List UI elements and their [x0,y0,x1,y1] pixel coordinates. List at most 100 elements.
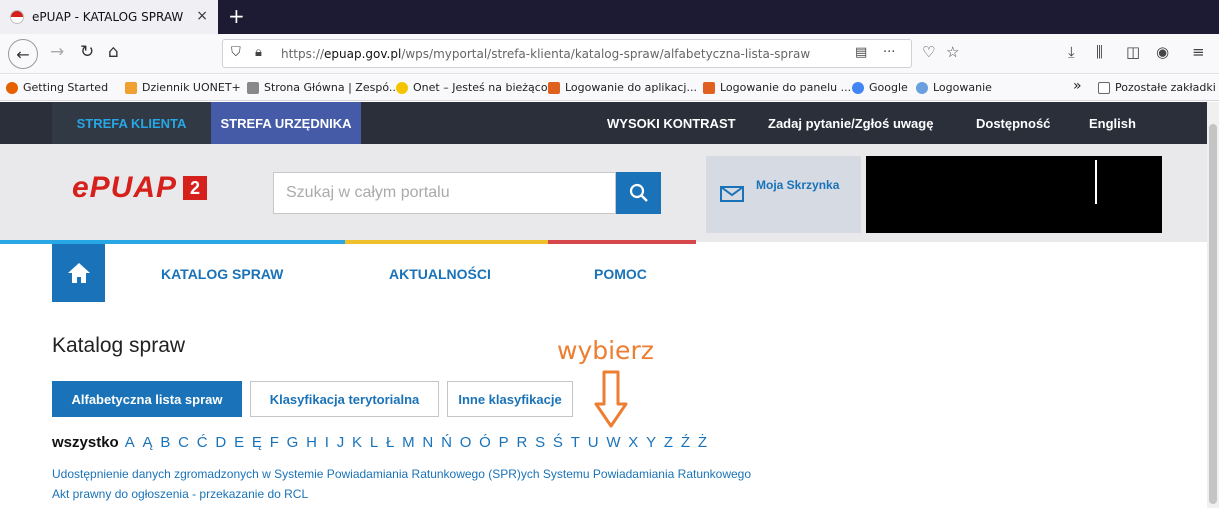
bookmark-item[interactable]: Getting Started [6,81,108,94]
letter-all[interactable]: wszystko [52,434,119,451]
browser-toolbar: ← → ↻ ⌂ ⛉ 🔒︎ https://epuap.gov.pl/wps/my… [0,34,1219,74]
letter-29[interactable]: Y [646,434,656,451]
download-icon[interactable]: ⤓ [1068,43,1075,61]
letter-0[interactable]: A [125,434,135,451]
result-link[interactable]: Udostępnienie danych zgromadzonych w Sys… [52,464,751,484]
bookmark-item[interactable]: Dziennik UONET+ [125,81,241,94]
letter-16[interactable]: M [402,434,415,451]
login-icon [916,81,928,94]
letter-24[interactable]: Ś [553,434,563,451]
bookmark-item[interactable]: Logowanie do panelu ... [703,81,851,94]
strefa-klienta-tab[interactable]: STREFA KLIENTA [52,102,211,144]
address-bar[interactable]: ⛉ 🔒︎ https://epuap.gov.pl/wps/myportal/s… [222,39,912,68]
bookmark-item[interactable]: Strona Główna | Zespó... [247,81,399,94]
letter-14[interactable]: L [370,434,378,451]
letter-1[interactable]: Ą [143,434,153,451]
url-prefix: https:// [281,47,325,61]
territorial-classification-button[interactable]: Klasyfikacja terytorialna [250,381,439,417]
letter-12[interactable]: J [337,434,345,451]
letter-3[interactable]: C [178,434,189,451]
bookmark-star-icon[interactable]: ☆ [946,43,959,61]
letter-9[interactable]: G [287,434,299,451]
bookmarks-bar: Getting Started Dziennik UONET+ Strona G… [0,75,1219,101]
ask-question-link[interactable]: Zadaj pytanie/Zgłoś uwagę [768,116,933,131]
bookmark-item[interactable]: Logowanie do aplikacj... [548,81,697,94]
bookmark-label: Onet – Jesteś na bieżąco [413,81,548,94]
letter-32[interactable]: Ż [698,434,707,451]
strefa-urzednika-tab[interactable]: STREFA URZĘDNIKA [211,102,361,144]
letter-6[interactable]: E [234,434,244,451]
search-button[interactable] [616,172,661,214]
reader-view-icon[interactable]: ▤ [855,45,867,60]
letter-27[interactable]: W [606,434,620,451]
english-link[interactable]: English [1089,116,1136,131]
url-text[interactable]: https://epuap.gov.pl/wps/myportal/strefa… [281,47,810,61]
letter-22[interactable]: R [516,434,527,451]
epuap-logo[interactable]: ePUAP 2 [72,171,208,204]
letter-5[interactable]: D [215,434,226,451]
home-button[interactable] [52,244,105,302]
bookmark-label: Logowanie [933,81,992,94]
home-icon[interactable]: ⌂ [108,42,119,62]
sidebar-icon[interactable]: ◫ [1126,43,1140,61]
letter-28[interactable]: X [628,434,638,451]
letter-15[interactable]: Ł [386,434,394,451]
bookmark-item[interactable]: Google [852,81,908,94]
other-classifications-button[interactable]: Inne klasyfikacje [447,381,573,417]
page-scrollbar[interactable] [1207,102,1219,508]
shield-icon[interactable]: ⛉ [231,45,241,60]
letter-7[interactable]: Ę [252,434,262,451]
firefox-icon [6,81,18,94]
nav-aktualnosci[interactable]: AKTUALNOŚCI [389,266,491,282]
url-path: /wps/myportal/strefa-klienta/katalog-spr… [401,47,811,61]
mailbox-button[interactable]: Moja Skrzynka [706,156,861,233]
logo-version: 2 [183,176,208,200]
bookmark-label: Logowanie do panelu ... [720,81,852,94]
letter-18[interactable]: Ń [441,434,452,451]
letter-21[interactable]: P [499,434,509,451]
letter-23[interactable]: S [535,434,545,451]
back-arrow-icon[interactable]: ← [8,39,38,69]
letter-30[interactable]: Z [664,434,673,451]
forward-arrow-icon[interactable]: → [50,42,64,62]
scroll-thumb[interactable] [1209,124,1217,504]
bookmark-item[interactable]: Onet – Jesteś na bieżąco [396,81,548,94]
letter-8[interactable]: F [270,434,279,451]
letter-20[interactable]: Ó [479,434,491,451]
other-bookmarks[interactable]: Pozostałe zakładki [1098,81,1216,94]
library-icon[interactable]: ⫼ [1096,43,1103,61]
letter-31[interactable]: Ź [681,434,690,451]
google-icon [852,81,864,94]
new-tab-button[interactable]: + [228,4,245,28]
high-contrast-link[interactable]: WYSOKI KONTRAST [607,116,736,131]
letter-13[interactable]: K [352,434,362,451]
letter-10[interactable]: H [306,434,317,451]
accessibility-link[interactable]: Dostępność [976,116,1050,131]
pocket-icon[interactable]: ♡ [922,43,935,61]
lock-icon[interactable]: 🔒︎ [255,45,262,60]
reload-icon[interactable]: ↻ [80,42,94,62]
browser-tab[interactable]: ePUAP - KATALOG SPRAW × [0,0,218,34]
letter-26[interactable]: U [588,434,599,451]
tab-title: ePUAP - KATALOG SPRAW [32,10,184,24]
account-icon[interactable]: ◉ [1156,43,1169,61]
nav-pomoc[interactable]: POMOC [594,266,647,282]
letter-25[interactable]: T [571,434,580,451]
nav-katalog-spraw[interactable]: KATALOG SPRAW [161,266,283,282]
menu-icon[interactable]: ≡ [1192,43,1205,61]
bookmarks-overflow-icon[interactable]: » [1073,78,1082,94]
letter-2[interactable]: B [160,434,170,451]
hint-annotation: wybierz [557,336,654,365]
letter-17[interactable]: N [422,434,433,451]
letter-19[interactable]: O [460,434,472,451]
page-title: Katalog spraw [52,334,186,357]
house-icon [67,263,90,283]
close-tab-icon[interactable]: × [196,8,208,24]
bookmark-item[interactable]: Logowanie [916,81,992,94]
search-input[interactable] [273,172,616,214]
alphabetical-list-button[interactable]: Alfabetyczna lista spraw [52,381,242,417]
result-link[interactable]: Akt prawny do ogłoszenia - przekazanie d… [52,484,751,504]
page-actions-icon[interactable]: ··· [883,45,895,60]
letter-4[interactable]: Ć [197,434,208,451]
letter-11[interactable]: I [325,434,329,451]
